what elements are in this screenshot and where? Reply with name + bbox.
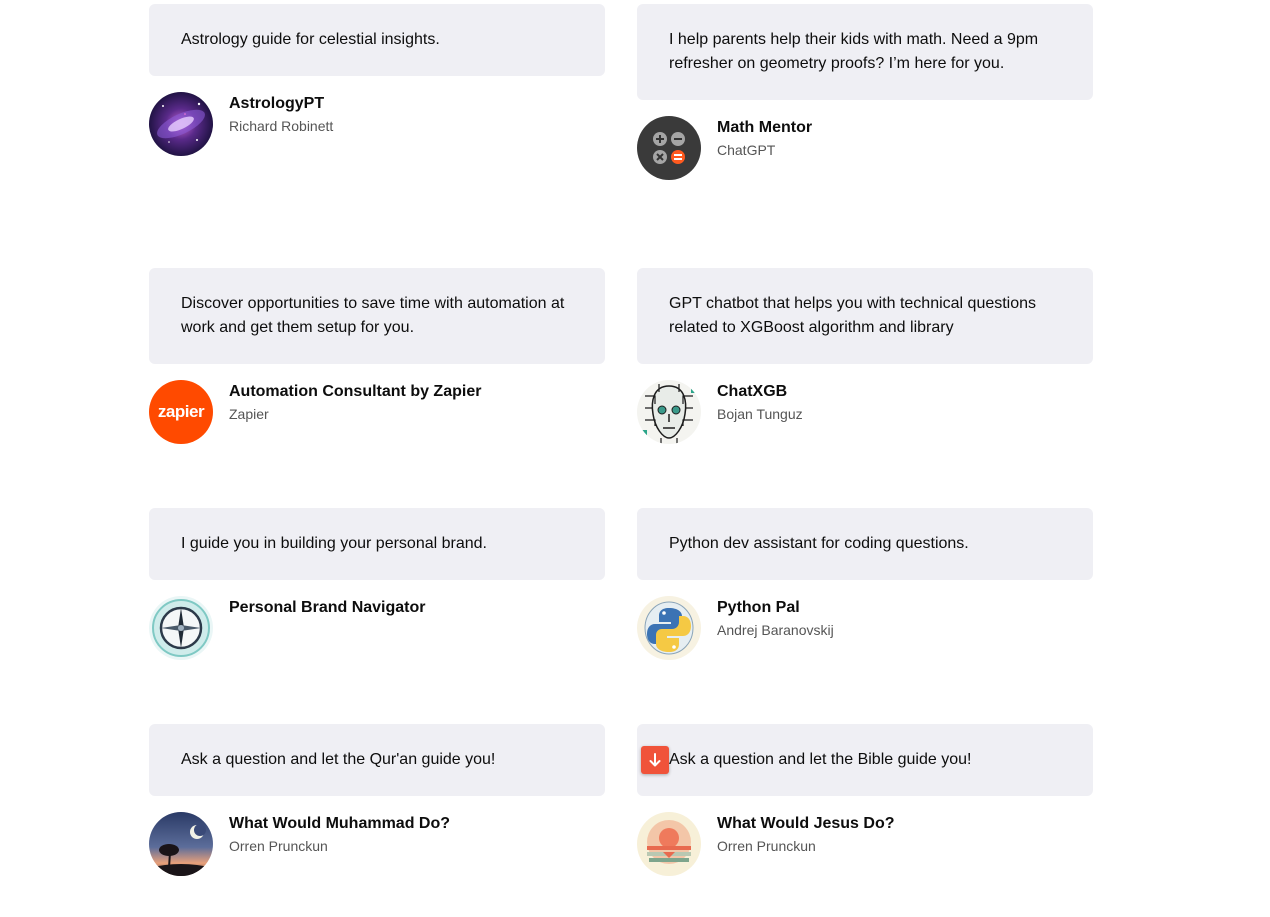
gpt-name: Python Pal [717, 599, 800, 616]
gpt-name: ChatXGB [717, 383, 788, 400]
compass-icon [149, 596, 213, 660]
gpt-card-chatxgb[interactable]: GPT chatbot that helps you with technica… [637, 268, 1093, 444]
gpt-author: Andrej Baranovskij [717, 622, 834, 638]
gpt-name: Math Mentor [717, 119, 813, 136]
gpt-card-astrologypt[interactable]: Astrology guide for celestial insights. [149, 4, 605, 156]
gpt-card-what-would-muhammad-do[interactable]: Ask a question and let the Qur'an guide … [149, 724, 605, 876]
galaxy-icon [149, 92, 213, 156]
card-description: I guide you in building your personal br… [149, 508, 605, 580]
python-brain-icon [637, 596, 701, 660]
gpt-author: ChatGPT [717, 142, 776, 158]
gpt-card-python-pal[interactable]: Python dev assistant for coding question… [637, 508, 1093, 660]
calculator-icon [637, 116, 701, 180]
sunset-icon [637, 812, 701, 876]
gpt-card-math-mentor[interactable]: I help parents help their kids with math… [637, 4, 1093, 180]
gpt-name: Automation Consultant by Zapier [229, 383, 482, 400]
gpt-name: AstrologyPT [229, 95, 325, 112]
zapier-logo: zapier [149, 380, 213, 444]
card-description: Ask a question and let the Bible guide y… [637, 724, 1093, 796]
gpt-author: Richard Robinett [229, 118, 334, 134]
arrow-down-icon [648, 752, 662, 768]
gpt-card-personal-brand-navigator[interactable]: I guide you in building your personal br… [149, 508, 605, 660]
card-description: I help parents help their kids with math… [637, 4, 1093, 100]
crescent-moon-tree-icon [149, 812, 213, 876]
gpt-name: What Would Muhammad Do? [229, 815, 451, 832]
card-description: GPT chatbot that helps you with technica… [637, 268, 1093, 364]
gpt-author: Orren Prunckun [229, 838, 328, 854]
card-description: Ask a question and let the Qur'an guide … [149, 724, 605, 796]
gpt-author: Zapier [229, 406, 269, 422]
card-description: Astrology guide for celestial insights. [149, 4, 605, 76]
gpt-card-automation-consultant[interactable]: Discover opportunities to save time with… [149, 268, 605, 444]
gpt-author: Orren Prunckun [717, 838, 816, 854]
scroll-down-button[interactable] [641, 746, 669, 774]
card-description: Discover opportunities to save time with… [149, 268, 605, 364]
gpt-name: Personal Brand Navigator [229, 599, 426, 616]
card-description: Python dev assistant for coding question… [637, 508, 1093, 580]
gpt-author: Bojan Tunguz [717, 406, 803, 422]
gpt-name: What Would Jesus Do? [717, 815, 895, 832]
gpt-card-what-would-jesus-do[interactable]: Ask a question and let the Bible guide y… [637, 724, 1093, 876]
circuit-face-icon [637, 380, 701, 444]
zapier-logo-text: zapier [157, 402, 205, 421]
